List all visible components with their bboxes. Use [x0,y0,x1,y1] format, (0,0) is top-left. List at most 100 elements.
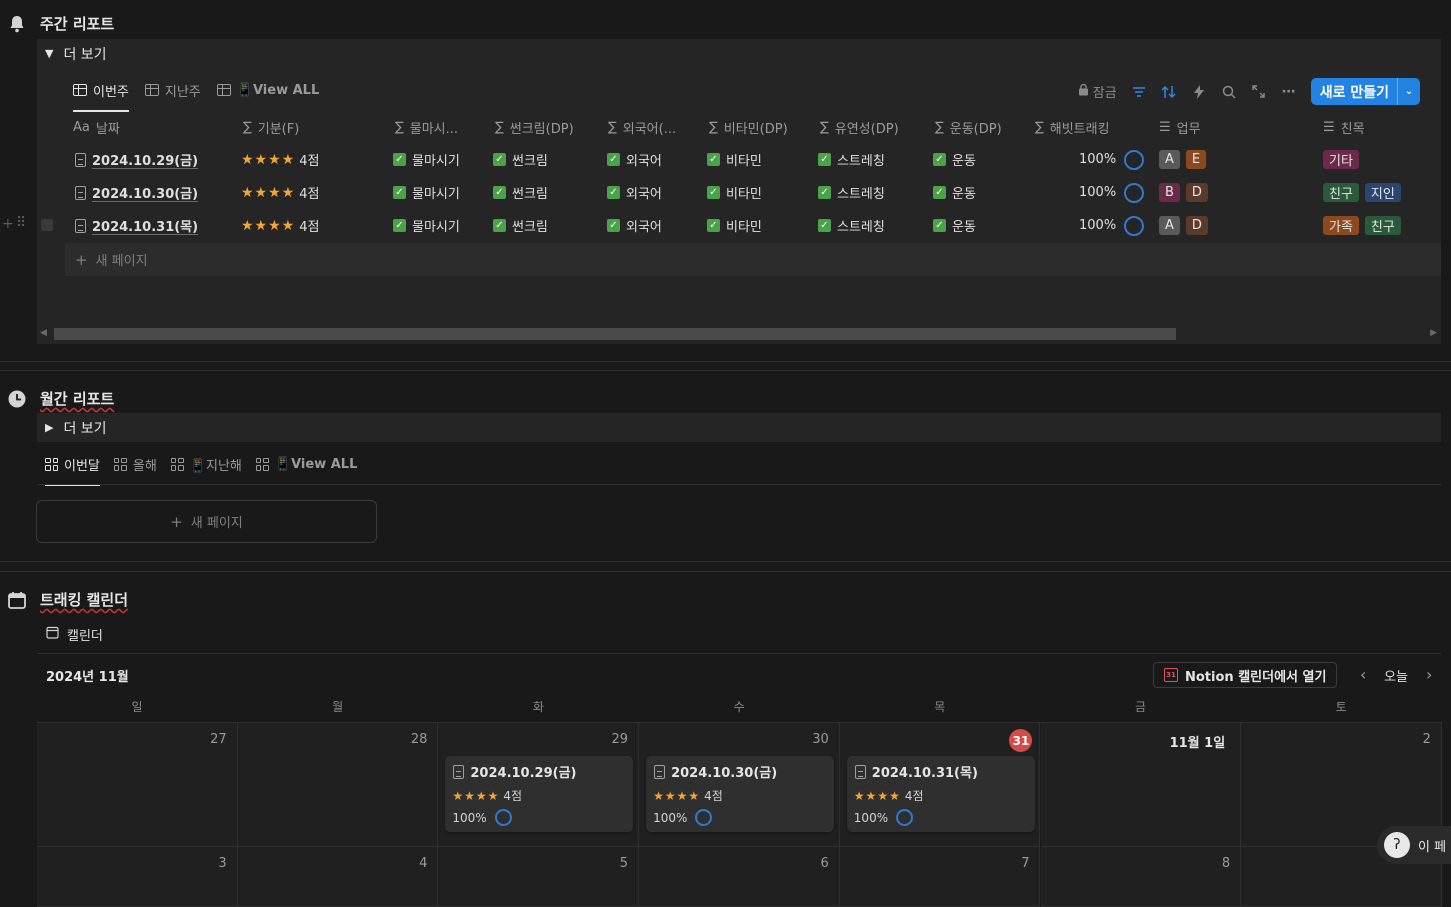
checkbox-cell[interactable]: ✓ 스트레칭 [818,143,885,176]
tab-last-week[interactable]: 지난주 [144,74,201,106]
new-button[interactable]: 새로 만들기 ⌄ [1310,78,1420,105]
mood-cell[interactable]: ★★★★ 4점 [241,209,319,242]
tag[interactable]: 친구 [1323,183,1359,202]
tab-view-all[interactable]: 📱View ALL [255,448,357,480]
monthly-toggle[interactable]: ▶ 더 보기 [37,413,1441,442]
new-page-row[interactable]: + 새 페이지 [65,243,1441,276]
expand-icon[interactable] [1251,84,1267,100]
check-icon[interactable]: ✓ [818,219,831,232]
table-row[interactable]: 2024.10.29(금) ★★★★ 4점 ✓ 물마시기 ✓ 썬크림 ✓ 외국어 ✓ 비타민 ✓ 스트레… [65,143,1441,176]
tab-view-all[interactable]: 📱View ALL [216,74,319,106]
checkbox-cell[interactable]: ✓ 썬크림 [493,209,548,242]
chevron-down-icon[interactable]: ⌄ [1398,86,1420,97]
lock-control[interactable]: 잠금 [1078,82,1117,101]
column-header-social[interactable]: ☰ 친목 [1323,116,1365,138]
work-cell[interactable]: AD [1159,209,1208,242]
checkbox-cell[interactable]: ✓ 운동 [933,176,976,209]
check-icon[interactable]: ✓ [607,186,620,199]
scroll-left-icon[interactable]: ◀ [40,328,47,338]
tag[interactable]: D [1185,183,1208,202]
floating-assistant-button[interactable]: ʔ 이 페 [1377,826,1451,864]
column-header-habit[interactable]: ∑ 해빗트래킹 [1035,116,1110,138]
date-cell[interactable]: 2024.10.30(금) [75,176,198,209]
checkbox-cell[interactable]: ✓ 스트레칭 [818,176,885,209]
drag-handle-icon[interactable]: ⠿ [16,215,26,231]
mood-cell[interactable]: ★★★★ 4점 [241,143,319,176]
work-cell[interactable]: AE [1159,143,1207,176]
calendar-day-cell[interactable]: 28 [237,723,439,847]
table-row[interactable]: 2024.10.30(금) ★★★★ 4점 ✓ 물마시기 ✓ 썬크림 ✓ 외국어 ✓ 비타민 ✓ 스트레… [65,176,1441,209]
calendar-event-card[interactable]: 2024.10.31(목) ★★★★ 4점 100% [846,756,1035,832]
habit-cell[interactable]: 100% [1079,143,1145,176]
row-title[interactable]: 2024.10.31(목) [92,216,198,235]
checkbox-cell[interactable]: ✓ 외국어 [607,176,662,209]
checkbox-cell[interactable]: ✓ 비타민 [707,176,762,209]
work-cell[interactable]: BD [1159,176,1208,209]
calendar-event-card[interactable]: 2024.10.30(금) ★★★★ 4점 100% [646,756,835,832]
date-cell[interactable]: 2024.10.29(금) [75,143,198,176]
checkbox-cell[interactable]: ✓ 썬크림 [493,143,548,176]
tag[interactable]: B [1159,183,1180,202]
tag[interactable]: D [1185,216,1208,235]
check-icon[interactable]: ✓ [607,153,620,166]
check-icon[interactable]: ✓ [707,219,720,232]
check-icon[interactable]: ✓ [933,153,946,166]
tab-this-week[interactable]: 이번주 [73,74,129,112]
check-icon[interactable]: ✓ [818,186,831,199]
today-button[interactable]: 오늘 [1384,666,1408,685]
tag[interactable]: A [1159,150,1180,169]
tab-this-year[interactable]: 올해 [113,448,157,480]
lightning-icon[interactable] [1191,84,1207,100]
row-title[interactable]: 2024.10.30(금) [92,183,198,202]
column-header-exercise[interactable]: ∑ 운동(DP) [935,116,1002,138]
calendar-day-cell[interactable]: 5 [438,847,640,907]
checkbox-cell[interactable]: ✓ 비타민 [707,209,762,242]
calendar-day-cell[interactable]: 3 [37,847,238,907]
check-icon[interactable]: ✓ [707,153,720,166]
filter-icon[interactable] [1131,84,1147,100]
check-icon[interactable]: ✓ [493,219,506,232]
checkbox-cell[interactable]: ✓ 썬크림 [493,176,548,209]
scrollbar-thumb[interactable] [54,328,1176,340]
calendar-day-cell[interactable]: 6 [639,847,840,907]
social-cell[interactable]: 기타 [1323,143,1359,176]
column-header-flexibility[interactable]: ∑ 유연성(DP) [820,116,899,138]
check-icon[interactable]: ✓ [493,153,506,166]
checkbox-cell[interactable]: ✓ 비타민 [707,143,762,176]
calendar-day-cell[interactable]: 29 2024.10.29(금) ★★★★ 4점 100% [438,723,640,847]
check-icon[interactable]: ✓ [607,219,620,232]
monthly-new-page-button[interactable]: + 새 페이지 [36,500,377,543]
checkbox-cell[interactable]: ✓ 외국어 [607,209,662,242]
calendar-day-cell[interactable]: 11월 1일 [1040,723,1242,847]
column-header-vitamin[interactable]: ∑ 비타민(DP) [709,116,788,138]
check-icon[interactable]: ✓ [707,186,720,199]
check-icon[interactable]: ✓ [493,186,506,199]
row-title[interactable]: 2024.10.29(금) [92,150,198,169]
tab-this-month[interactable]: 이번달 [45,448,100,486]
column-header-water[interactable]: ∑ 물마시... [395,116,458,138]
toggle-right-icon[interactable]: ▶ [45,421,53,434]
calendar-event-card[interactable]: 2024.10.29(금) ★★★★ 4점 100% [445,756,634,832]
row-checkbox[interactable] [41,219,53,231]
checkbox-cell[interactable]: ✓ 물마시기 [393,176,460,209]
check-icon[interactable]: ✓ [818,153,831,166]
checkbox-cell[interactable]: ✓ 물마시기 [393,209,460,242]
check-icon[interactable]: ✓ [933,186,946,199]
checkbox-cell[interactable]: ✓ 운동 [933,209,976,242]
sort-icon[interactable] [1161,84,1177,100]
check-icon[interactable]: ✓ [393,186,406,199]
calendar-view-tab[interactable]: 캘린더 [46,625,103,644]
tag[interactable]: 친구 [1364,216,1401,235]
mood-cell[interactable]: ★★★★ 4점 [241,176,319,209]
more-icon[interactable]: ⋯ [1281,84,1297,100]
check-icon[interactable]: ✓ [393,153,406,166]
calendar-day-cell[interactable]: 7 [839,847,1041,907]
calendar-day-cell[interactable]: 4 [237,847,439,907]
toggle-down-icon[interactable]: ▼ [45,47,53,60]
date-cell[interactable]: 2024.10.31(목) [75,209,198,242]
column-header-work[interactable]: ☰ 업무 [1159,116,1201,138]
checkbox-cell[interactable]: ✓ 운동 [933,143,976,176]
open-notion-calendar-button[interactable]: 31 Notion 캘린더에서 열기 [1153,662,1338,688]
search-icon[interactable] [1221,84,1237,100]
calendar-day-cell[interactable]: 31 2024.10.31(목) ★★★★ 4점 100% [839,723,1041,847]
